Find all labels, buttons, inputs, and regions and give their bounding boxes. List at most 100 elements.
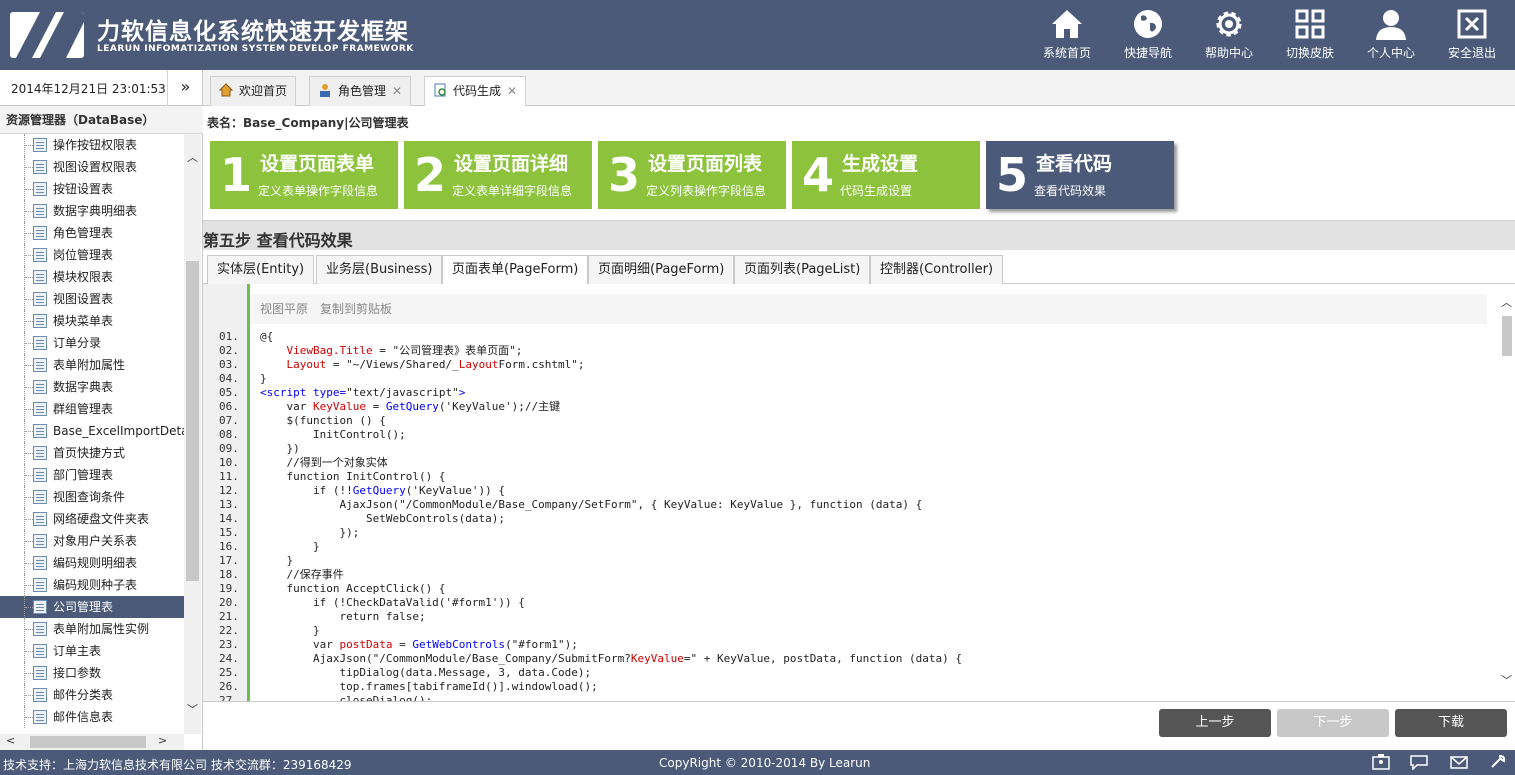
resource-tree: 操作按钮权限表 视图设置权限表 按钮设置表数据字典明细表 角色管理表岗位管理表模块权限…	[0, 134, 184, 734]
code-tab-controller[interactable]: 控制器(Controller)	[870, 255, 1004, 284]
code-scrollbar[interactable]: ︿ ﹀	[1499, 284, 1515, 701]
sidebar-toggle-button[interactable]: »	[167, 70, 203, 106]
scroll-left-icon[interactable]: <	[6, 734, 15, 747]
nav-help[interactable]: 帮助中心	[1189, 0, 1269, 70]
scroll-right-icon[interactable]: >	[158, 734, 167, 747]
code-text: }	[260, 554, 294, 567]
settings-icon[interactable]	[1489, 754, 1507, 770]
nav-home[interactable]: 系统首页	[1027, 0, 1107, 70]
tree-connector	[24, 530, 33, 552]
tree-connector	[24, 596, 33, 618]
tree-connector	[24, 486, 33, 508]
code-text: ViewBag.Title = "公司管理表》表单页面";	[286, 344, 523, 357]
code-text: top.frames[tabiframeId()].windowload();	[260, 680, 598, 693]
sidebar-tree-item[interactable]: 编码规则明细表	[0, 552, 184, 574]
sidebar-tree-item[interactable]: 岗位管理表	[0, 244, 184, 266]
sidebar-tree-item[interactable]: 首页快捷方式	[0, 442, 184, 464]
sidebar-tree-item[interactable]: 邮件分类表	[0, 684, 184, 706]
sidebar-tree-item[interactable]: 按钮设置表	[0, 178, 184, 200]
scroll-up-icon[interactable]: ︿	[187, 149, 198, 165]
sidebar-tree-item[interactable]: 订单主表	[0, 640, 184, 662]
tree-item-label: 角色管理表	[53, 226, 114, 240]
scroll-down-icon[interactable]: ﹀	[1501, 672, 1512, 688]
scroll-up-icon[interactable]: ︿	[1501, 294, 1512, 310]
next-step-button[interactable]: 下一步	[1277, 709, 1389, 737]
contact-card-icon[interactable]	[1372, 754, 1390, 770]
code-tab-pageform[interactable]: 页面表单(PageForm)	[442, 255, 589, 285]
close-icon[interactable]: ✕	[507, 84, 517, 98]
code-line: 19. function AcceptClick() {	[203, 582, 1493, 596]
line-number: 01.	[219, 330, 239, 343]
tree-connector	[24, 706, 33, 728]
step-desc: 定义列表操作字段信息	[646, 184, 767, 198]
chat-icon[interactable]	[1410, 754, 1428, 770]
code-text: function InitControl() {	[260, 470, 446, 483]
tab-code-generation[interactable]: 代码生成 ✕	[424, 76, 527, 107]
sidebar-scrollbar[interactable]: ︿ ﹀	[184, 134, 201, 734]
copy-clipboard-link[interactable]: 复制到剪贴板	[320, 300, 392, 317]
wizard-step-3[interactable]: 3 设置页面列表 定义列表操作字段信息	[598, 141, 786, 209]
nav-skin[interactable]: 切换皮肤	[1270, 0, 1350, 70]
sidebar-tree-item[interactable]: 角色管理表	[0, 222, 184, 244]
code-scroll-thumb[interactable]	[1502, 316, 1512, 356]
sidebar-tree-item[interactable]: 对象用户关系表	[0, 530, 184, 552]
sidebar-tree-item[interactable]: 部门管理表	[0, 464, 184, 486]
scroll-thumb[interactable]	[186, 261, 199, 581]
home-icon	[1052, 10, 1082, 38]
tree-connector	[24, 442, 33, 464]
tab-role-management[interactable]: 角色管理 ✕	[309, 76, 412, 106]
sidebar-tree-item[interactable]: 邮件信息表	[0, 706, 184, 728]
sidebar-tree-item[interactable]: 模块菜单表	[0, 310, 184, 332]
nav-logout[interactable]: 安全退出	[1432, 0, 1512, 70]
wizard-step-4[interactable]: 4 生成设置 代码生成设置	[792, 141, 980, 209]
code-tab-pagelist[interactable]: 页面列表(PageList)	[734, 255, 871, 284]
sidebar-tree-item[interactable]: 公司管理表	[0, 596, 184, 618]
tree-item-label: 数据字典明细表	[53, 204, 138, 218]
scroll-down-icon[interactable]: ﹀	[187, 701, 198, 717]
sidebar-tree-item[interactable]: 接口参数	[0, 662, 184, 684]
tree-item-label: 邮件分类表	[53, 688, 114, 702]
code-viewer: 视图平原 复制到剪贴板 01. @{02. ViewBag.Title = "公司…	[203, 284, 1515, 702]
sidebar-hscrollbar[interactable]: < >	[0, 734, 184, 750]
sidebar-tree-item[interactable]: 数据字典表	[0, 376, 184, 398]
sidebar-tree-item[interactable]: 网络硬盘文件夹表	[0, 508, 184, 530]
download-button[interactable]: 下载	[1395, 709, 1507, 737]
line-number: 04.	[219, 372, 239, 385]
sidebar-tree-item[interactable]: 订单分录	[0, 332, 184, 354]
tab-welcome[interactable]: 欢迎首页	[210, 76, 297, 106]
hscroll-thumb[interactable]	[30, 736, 146, 748]
code-tab-pagedetail[interactable]: 页面明细(PageForm)	[588, 255, 735, 284]
sidebar-tree-item[interactable]: 群组管理表	[0, 398, 184, 420]
sidebar-tree-item[interactable]: 模块权限表	[0, 266, 184, 288]
close-icon[interactable]: ✕	[392, 84, 402, 98]
code-tab-entity[interactable]: 实体层(Entity)	[207, 255, 315, 284]
sidebar-tree-item[interactable]: 表单附加属性实例	[0, 618, 184, 640]
code-tab-business[interactable]: 业务层(Business)	[316, 255, 443, 284]
sidebar-tree-item[interactable]: 表单附加属性	[0, 354, 184, 376]
code-line: 09. })	[203, 442, 1493, 456]
sidebar-tree-item[interactable]: 编码规则种子表	[0, 574, 184, 596]
wizard-step-1[interactable]: 1 设置页面表单 定义表单操作字段信息	[210, 141, 398, 209]
table-icon	[33, 226, 47, 240]
table-icon	[33, 468, 47, 482]
sidebar-tree-item[interactable]: 数据字典明细表	[0, 200, 184, 222]
wizard-step-5[interactable]: 5 查看代码 查看代码效果	[986, 141, 1174, 209]
line-number: 11.	[219, 470, 239, 483]
nav-home-label: 系统首页	[1042, 46, 1091, 60]
sidebar: 资源管理器（DataBase） 操作按钮权限表 视图设置权限表 按钮设置表 数据字典明…	[0, 106, 203, 750]
prev-step-button[interactable]: 上一步	[1159, 709, 1271, 737]
line-number: 02.	[219, 344, 239, 357]
tree-item-label: 岗位管理表	[53, 248, 114, 262]
mail-icon[interactable]	[1450, 754, 1468, 770]
nav-profile[interactable]: 个人中心	[1351, 0, 1431, 70]
sidebar-tree-item[interactable]: 操作按钮权限表	[0, 134, 184, 156]
step-title: 生成设置	[842, 153, 919, 175]
wizard-step-2[interactable]: 2 设置页面详细 定义表单详细字段信息	[404, 141, 592, 209]
sidebar-tree-item[interactable]: 视图查询条件	[0, 486, 184, 508]
view-plain-link[interactable]: 视图平原	[260, 300, 308, 317]
code-text: Layout = "~/Views/Shared/_LayoutForm.csh…	[286, 358, 585, 371]
sidebar-tree-item[interactable]: Base_ExcelImportDetai	[0, 420, 184, 442]
sidebar-tree-item[interactable]: 视图设置表	[0, 288, 184, 310]
sidebar-tree-item[interactable]: 视图设置权限表	[0, 156, 184, 178]
nav-quick[interactable]: 快捷导航	[1108, 0, 1188, 70]
